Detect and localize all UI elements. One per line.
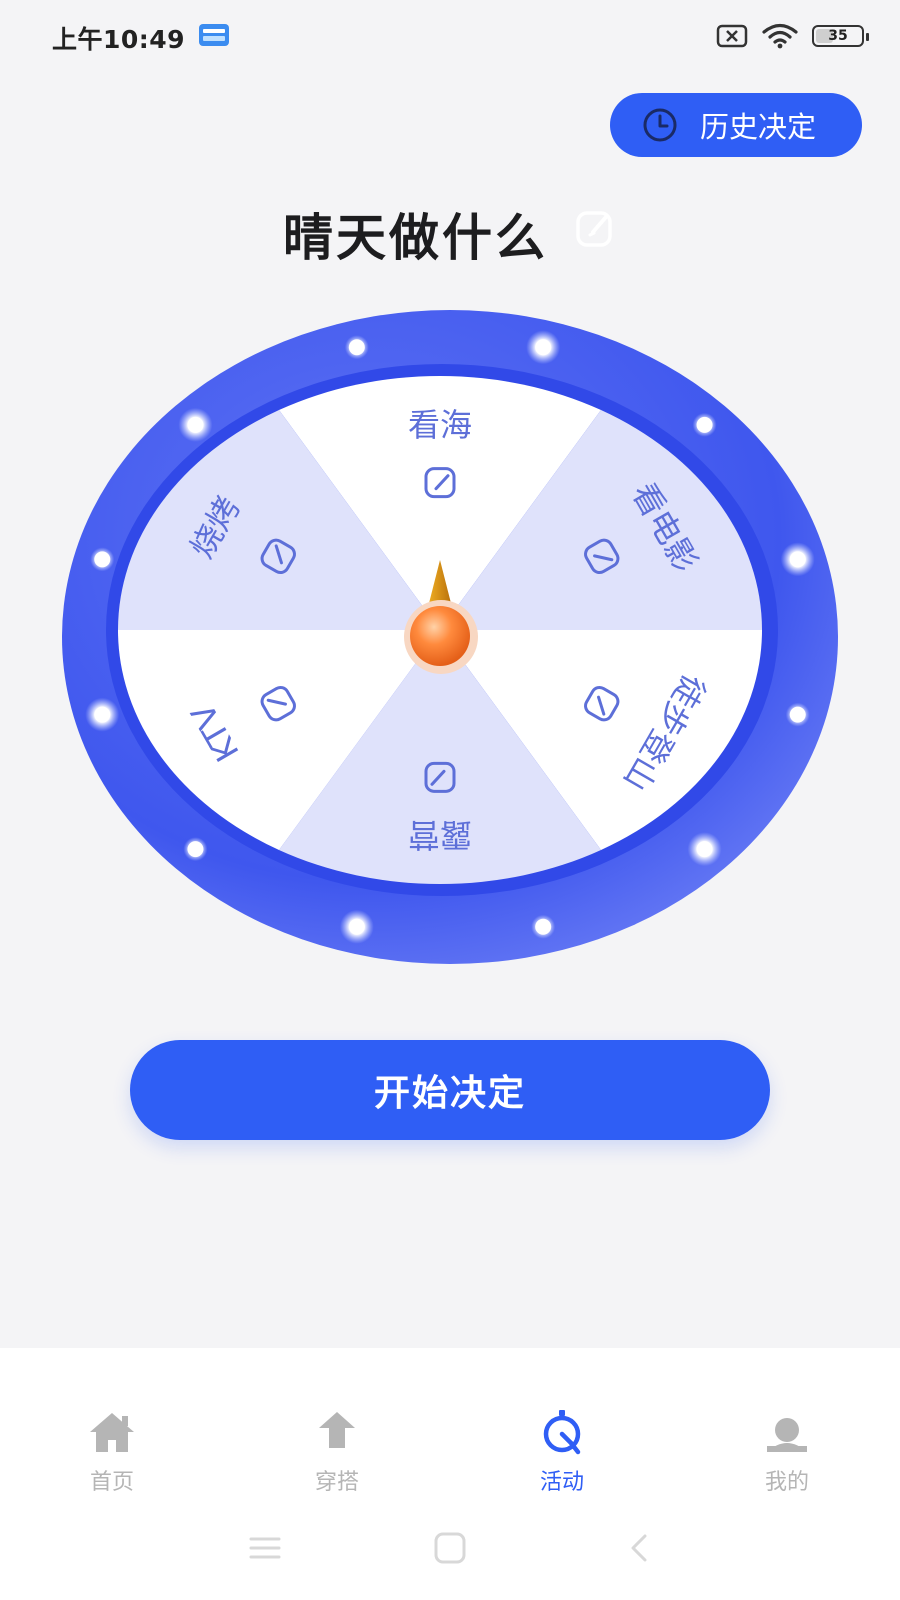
title-row: 晴天做什么 — [0, 198, 900, 270]
wheel-light-bulb-core — [187, 416, 204, 433]
decision-wheel[interactable]: 看海看电影徒步登山露营KTV烧烤 — [62, 310, 838, 965]
home-icon — [90, 1413, 134, 1452]
start-decision-label: 开始决定 — [373, 1073, 526, 1114]
history-decisions-button[interactable]: 历史决定 — [610, 93, 862, 157]
status-time: 上午10:49 — [52, 25, 186, 54]
wheel-center-knob[interactable] — [410, 606, 470, 666]
wifi-icon — [762, 23, 798, 49]
status-indicators: 35 — [716, 22, 869, 50]
start-decision-button[interactable]: 开始决定 — [130, 1040, 770, 1140]
activity-icon — [543, 1410, 581, 1455]
system-navigation-bar — [0, 1530, 900, 1570]
wheel-light-bulb-core — [696, 841, 713, 858]
nav-label-profile: 我的 — [764, 1470, 809, 1495]
wheel-light-bulb-core — [789, 551, 806, 568]
nav-label-home: 首页 — [89, 1470, 134, 1495]
wheel-segment-label: 露营 — [408, 816, 472, 854]
battery-level: 35 — [828, 28, 848, 44]
wheel-light-bulb-core — [348, 339, 365, 356]
edit-title-icon[interactable] — [573, 206, 617, 250]
menu-icon[interactable] — [245, 1530, 285, 1566]
wheel-segment-label: 看海 — [408, 406, 472, 444]
wheel-light-bulb-core — [348, 918, 365, 935]
wheel-light-bulb-core — [94, 706, 111, 723]
home-square-icon[interactable] — [430, 1530, 470, 1566]
wheel-light-bulb-core — [696, 416, 713, 433]
wheel-light-bulb-core — [535, 918, 552, 935]
wheel-light-bulb-core — [535, 339, 552, 356]
profile-icon — [767, 1418, 807, 1452]
nav-item-activity[interactable]: 活动 — [502, 1408, 622, 1496]
wheel-light-bulb-core — [94, 551, 111, 568]
bottom-navigation: 首页 穿搭 活动 我的 — [0, 1348, 900, 1600]
clock-icon — [643, 108, 677, 142]
nav-item-outfit[interactable]: 穿搭 — [277, 1408, 397, 1496]
nav-item-profile[interactable]: 我的 — [727, 1408, 847, 1496]
nav-item-home[interactable]: 首页 — [52, 1408, 172, 1496]
wheel-light-bulb-core — [187, 841, 204, 858]
nav-label-outfit: 穿搭 — [314, 1470, 359, 1495]
sim-no-signal-icon — [716, 24, 748, 48]
shirt-icon — [319, 1412, 355, 1448]
nav-label-activity: 活动 — [539, 1470, 584, 1495]
battery-indicator: 35 — [812, 25, 869, 47]
history-decisions-label: 历史决定 — [700, 110, 817, 144]
page-title: 晴天做什么 — [282, 209, 548, 267]
status-bar: 上午10:49 35 — [0, 0, 900, 72]
app-notification-icon — [199, 24, 229, 46]
wheel-light-bulb-core — [789, 706, 806, 723]
back-icon[interactable] — [620, 1530, 660, 1566]
